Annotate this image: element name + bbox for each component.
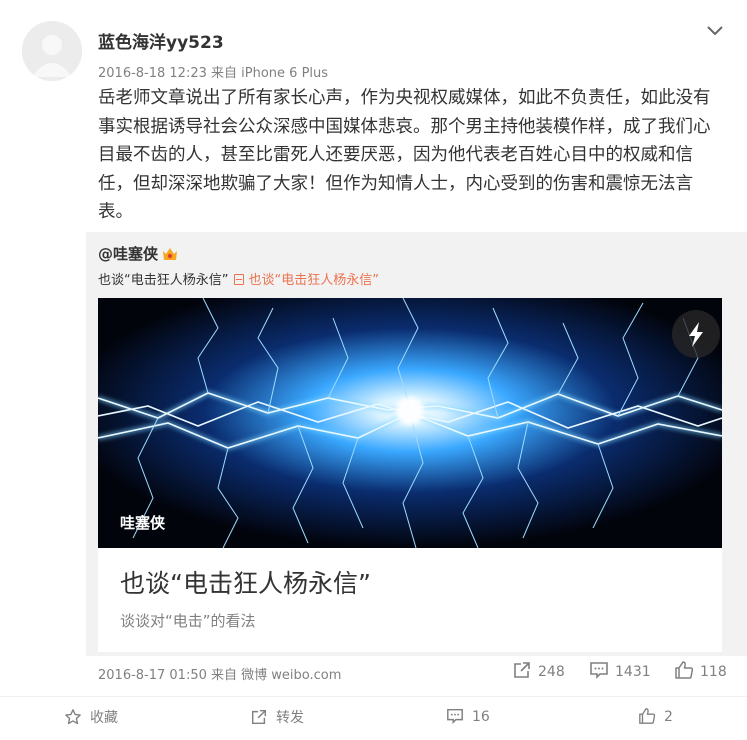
image-caption: 哇塞侠 bbox=[120, 514, 166, 532]
lightning-bolt-icon bbox=[689, 322, 703, 347]
username[interactable]: 蓝色海洋yy523 bbox=[98, 28, 224, 53]
favorite-button[interactable]: 收藏 bbox=[64, 707, 118, 729]
repost-count: 248 bbox=[538, 664, 565, 680]
comment-count-button[interactable]: 1431 bbox=[589, 660, 651, 682]
repost-username: @哇塞侠 bbox=[98, 243, 178, 264]
post-source: 来自 iPhone 6 Plus bbox=[211, 66, 329, 81]
comment-count-label: 16 bbox=[472, 709, 490, 725]
share-icon bbox=[251, 709, 267, 725]
repost-text: 也谈“电击狂人杨永信” bbox=[98, 273, 229, 288]
action-bar-divider bbox=[0, 696, 747, 697]
like-button[interactable]: 2 bbox=[638, 707, 673, 729]
thumbs-up-icon bbox=[639, 708, 656, 724]
star-icon bbox=[65, 709, 81, 725]
flash-button[interactable] bbox=[672, 310, 720, 358]
article-title: 也谈“电击狂人杨永信” bbox=[120, 569, 371, 598]
repost-button[interactable]: 转发 bbox=[250, 707, 304, 729]
post-text: 岳老师文章说出了所有家长心声，作为央视权威媒体，如此不负责任，如此没有事实根据诱… bbox=[98, 88, 711, 222]
default-avatar-icon bbox=[22, 21, 82, 81]
article-icon bbox=[234, 274, 245, 285]
article-link-text: 也谈“电击狂人杨永信” bbox=[248, 273, 379, 288]
chevron-down-icon bbox=[707, 26, 723, 36]
repost-source: 来自 微博 weibo.com bbox=[211, 668, 342, 683]
weibo-post-card: 蓝色海洋yy523 2016-8-18 12:23 来自 iPhone 6 Pl… bbox=[0, 0, 747, 740]
vip-crown-icon bbox=[163, 248, 178, 260]
repost-label: 转发 bbox=[276, 710, 304, 726]
like-count-label: 2 bbox=[664, 709, 673, 725]
like-count: 118 bbox=[700, 664, 727, 680]
comment-button[interactable]: 16 bbox=[446, 707, 490, 729]
article-cover-image: 哇塞侠 bbox=[98, 298, 722, 548]
more-options-button[interactable] bbox=[704, 22, 726, 40]
repost-user-link[interactable]: @哇塞侠 bbox=[98, 245, 158, 263]
share-icon bbox=[514, 662, 530, 678]
repost-meta: 2016-8-17 01:50 来自 微博 weibo.com bbox=[98, 664, 341, 683]
lightning-image bbox=[98, 298, 722, 548]
article-description: 谈谈对“电击”的看法 bbox=[120, 612, 256, 630]
thumbs-up-icon bbox=[675, 661, 694, 679]
like-count-button[interactable]: 118 bbox=[674, 660, 727, 682]
comment-icon bbox=[590, 662, 608, 679]
repost-box: @哇塞侠 也谈“电击狂人杨永信” 也谈“电击狂人杨永信” 哇塞侠 也谈“电击狂人… bbox=[86, 232, 747, 656]
repost-time[interactable]: 2016-8-17 01:50 bbox=[98, 668, 207, 683]
repost-text-line: 也谈“电击狂人杨永信” 也谈“电击狂人杨永信” bbox=[98, 269, 379, 288]
post-time[interactable]: 2016-8-18 12:23 bbox=[98, 66, 207, 81]
repost-count-button[interactable]: 248 bbox=[512, 660, 565, 682]
avatar[interactable] bbox=[22, 21, 82, 81]
comment-icon bbox=[447, 708, 463, 725]
post-meta: 2016-8-18 12:23 来自 iPhone 6 Plus bbox=[98, 62, 328, 81]
comment-count: 1431 bbox=[615, 664, 651, 680]
article-link[interactable]: 也谈“电击狂人杨永信” bbox=[234, 273, 379, 288]
article-card[interactable]: 哇塞侠 也谈“电击狂人杨永信” 谈谈对“电击”的看法 bbox=[98, 298, 722, 652]
favorite-label: 收藏 bbox=[90, 710, 118, 726]
